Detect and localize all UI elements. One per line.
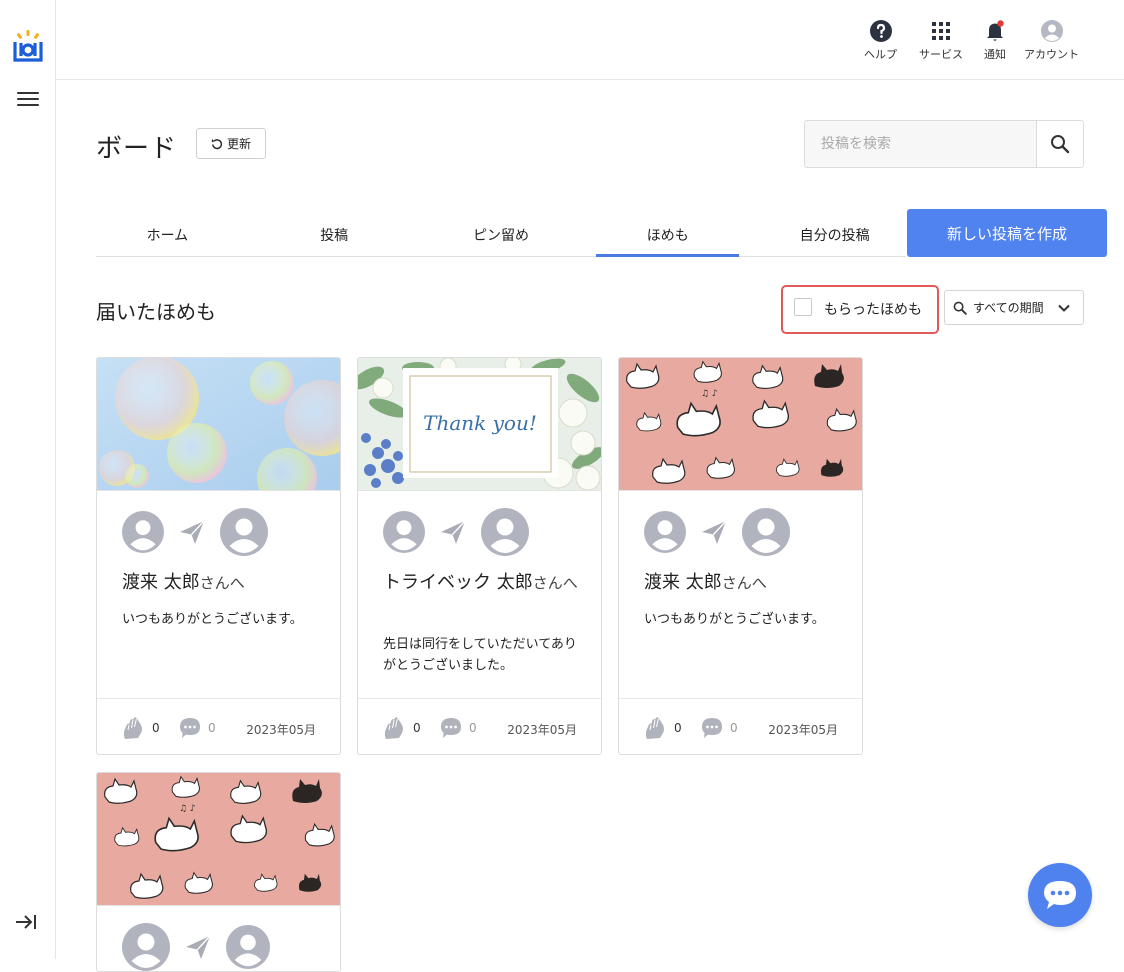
svg-text:♫ ♪: ♫ ♪ xyxy=(179,804,196,814)
recipient-name: 渡来 太郎 xyxy=(122,572,200,593)
help-icon xyxy=(869,20,892,42)
search-icon xyxy=(1051,135,1070,154)
recipient-avatar xyxy=(220,508,268,556)
recipient-name: トライベック 太郎 xyxy=(383,572,533,593)
card-message: 先日は同行をしていただいてありがとうございました。 xyxy=(383,637,577,673)
homemo-card[interactable]: ♫ ♪ xyxy=(96,772,341,972)
services-label: サービス xyxy=(919,48,963,61)
clap-count: 0 xyxy=(674,721,682,735)
sender-recipient-avatars xyxy=(122,508,268,556)
recipient-avatar xyxy=(481,508,529,556)
services-button[interactable]: サービス xyxy=(919,19,963,62)
card-footer: 0 0 2023年05月 xyxy=(358,698,601,755)
chat-bubble-icon xyxy=(1044,881,1076,909)
account-icon xyxy=(1040,20,1063,42)
notifications-button[interactable]: 通知 xyxy=(983,19,1007,62)
send-arrow-icon xyxy=(700,518,728,546)
comment-icon[interactable] xyxy=(701,717,723,739)
help-label: ヘルプ xyxy=(864,48,897,61)
tab-bar: ホーム 投稿 ピン留め ほめも 自分の投稿 xyxy=(96,210,906,257)
hamburger-menu-icon[interactable] xyxy=(17,92,39,108)
app-logo-icon[interactable] xyxy=(12,30,44,64)
comment-count: 0 xyxy=(208,721,216,735)
expand-sidebar-icon[interactable] xyxy=(14,912,38,932)
homemo-card[interactable]: Thank you! トライベック 太郎さんへ 先日は同行をしていただいてありが… xyxy=(357,357,602,755)
card-message: いつもありがとうございます。 xyxy=(644,612,825,627)
account-button[interactable]: アカウント xyxy=(1024,19,1079,62)
clap-count: 0 xyxy=(152,721,160,735)
left-rail xyxy=(0,0,56,959)
tab-homemo[interactable]: ほめも xyxy=(596,210,739,257)
clap-icon[interactable] xyxy=(383,716,405,740)
clap-icon[interactable] xyxy=(644,716,666,740)
refresh-button[interactable]: 更新 xyxy=(196,128,266,159)
sender-avatar xyxy=(122,511,164,553)
homemo-card[interactable]: ♫ ♪ 渡来 太郎さんへ いつもありがとうございます。 0 0 2023年05月 xyxy=(618,357,863,755)
account-label: アカウント xyxy=(1024,48,1079,61)
tab-pinned[interactable]: ピン留め xyxy=(430,210,573,256)
sender-avatar xyxy=(644,511,686,553)
sender-avatar xyxy=(383,511,425,553)
card-recipient: トライベック 太郎さんへ xyxy=(383,570,583,596)
card-image-thank-you: Thank you! xyxy=(358,358,601,491)
tab-my-posts[interactable]: 自分の投稿 xyxy=(763,210,906,256)
refresh-icon xyxy=(211,138,223,149)
bell-icon xyxy=(987,20,1004,41)
send-arrow-icon xyxy=(184,933,212,961)
clap-count: 0 xyxy=(413,721,421,735)
card-recipient: 渡来 太郎さんへ xyxy=(644,570,844,596)
search-box xyxy=(804,120,1084,168)
send-arrow-icon xyxy=(178,518,206,546)
card-image-text: Thank you! xyxy=(423,411,537,435)
card-recipient: 渡来 太郎さんへ xyxy=(122,570,322,596)
send-arrow-icon xyxy=(439,518,467,546)
recipient-avatar xyxy=(742,508,790,556)
card-image-bubbles xyxy=(97,358,340,491)
search-icon xyxy=(953,301,967,315)
period-select[interactable]: すべての期間 xyxy=(944,290,1084,325)
sender-recipient-avatars xyxy=(644,508,790,556)
card-date: 2023年05月 xyxy=(246,723,316,737)
card-image-cats: ♫ ♪ xyxy=(619,358,862,491)
card-footer: 0 0 2023年05月 xyxy=(619,698,862,755)
recipient-avatar xyxy=(226,925,270,969)
clap-icon[interactable] xyxy=(122,716,144,740)
received-filter-checkbox[interactable] xyxy=(794,298,812,316)
sender-recipient-avatars xyxy=(122,923,270,971)
search-input[interactable] xyxy=(805,121,1036,167)
sender-avatar xyxy=(122,923,170,971)
tab-home[interactable]: ホーム xyxy=(96,210,239,256)
comment-icon[interactable] xyxy=(179,717,201,739)
comment-count: 0 xyxy=(469,721,477,735)
recipient-suffix: さんへ xyxy=(532,574,578,592)
grid-apps-icon xyxy=(932,22,950,40)
comment-count: 0 xyxy=(730,721,738,735)
chat-support-button[interactable] xyxy=(1028,863,1092,927)
recipient-name: 渡来 太郎 xyxy=(644,572,722,593)
svg-text:♫ ♪: ♫ ♪ xyxy=(701,389,718,399)
card-footer: 0 0 2023年05月 xyxy=(97,698,340,755)
page-title: ボード xyxy=(96,134,178,164)
comment-icon[interactable] xyxy=(440,717,462,739)
chevron-down-icon xyxy=(1058,304,1070,312)
homemo-card[interactable]: 渡来 太郎さんへ いつもありがとうございます。 0 0 2023年05月 xyxy=(96,357,341,755)
section-title: 届いたほめも xyxy=(96,300,216,324)
recipient-suffix: さんへ xyxy=(199,574,245,592)
sender-recipient-avatars xyxy=(383,508,529,556)
top-header: ヘルプ サービス 通知 アカウント xyxy=(56,0,1124,80)
received-filter-label[interactable]: もらったほめも xyxy=(824,299,922,319)
card-date: 2023年05月 xyxy=(768,723,838,737)
help-button[interactable]: ヘルプ xyxy=(864,19,897,62)
recipient-suffix: さんへ xyxy=(721,574,767,592)
notifications-label: 通知 xyxy=(984,48,1006,61)
card-image-cats: ♫ ♪ xyxy=(97,773,340,906)
period-label: すべての期間 xyxy=(973,301,1044,315)
search-button[interactable] xyxy=(1036,121,1083,167)
new-post-button[interactable]: 新しい投稿を作成 xyxy=(907,209,1107,257)
card-message: いつもありがとうございます。 xyxy=(122,612,303,627)
tab-posts[interactable]: 投稿 xyxy=(263,210,406,256)
card-date: 2023年05月 xyxy=(507,723,577,737)
refresh-label: 更新 xyxy=(226,137,251,151)
